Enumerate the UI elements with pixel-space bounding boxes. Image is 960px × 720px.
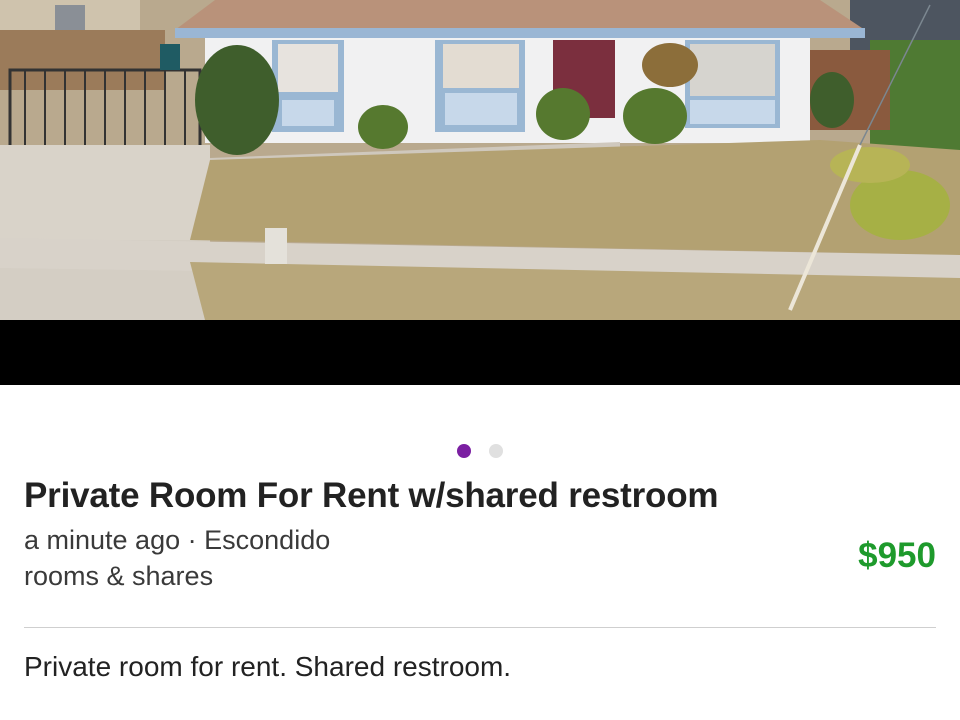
listing-meta: a minute ago · Escondido rooms & shares (24, 522, 330, 594)
listing-title: Private Room For Rent w/shared restroom (24, 476, 719, 515)
divider (24, 627, 936, 628)
listing-photo[interactable] (0, 0, 960, 320)
listing-photo-carousel[interactable] (0, 0, 960, 385)
listing-price: $950 (858, 536, 936, 575)
carousel-dot[interactable] (489, 444, 503, 458)
posted-and-location: a minute ago · Escondido (24, 522, 330, 558)
listing-description: Private room for rent. Shared restroom. (24, 651, 512, 682)
posted-time: a minute ago (24, 525, 181, 555)
photo-letterbox (0, 320, 960, 385)
meta-separator: · (187, 525, 197, 555)
carousel-indicator[interactable] (0, 444, 960, 458)
location[interactable]: Escondido (204, 525, 330, 555)
carousel-dot-active[interactable] (457, 444, 471, 458)
listing-category[interactable]: rooms & shares (24, 558, 330, 594)
